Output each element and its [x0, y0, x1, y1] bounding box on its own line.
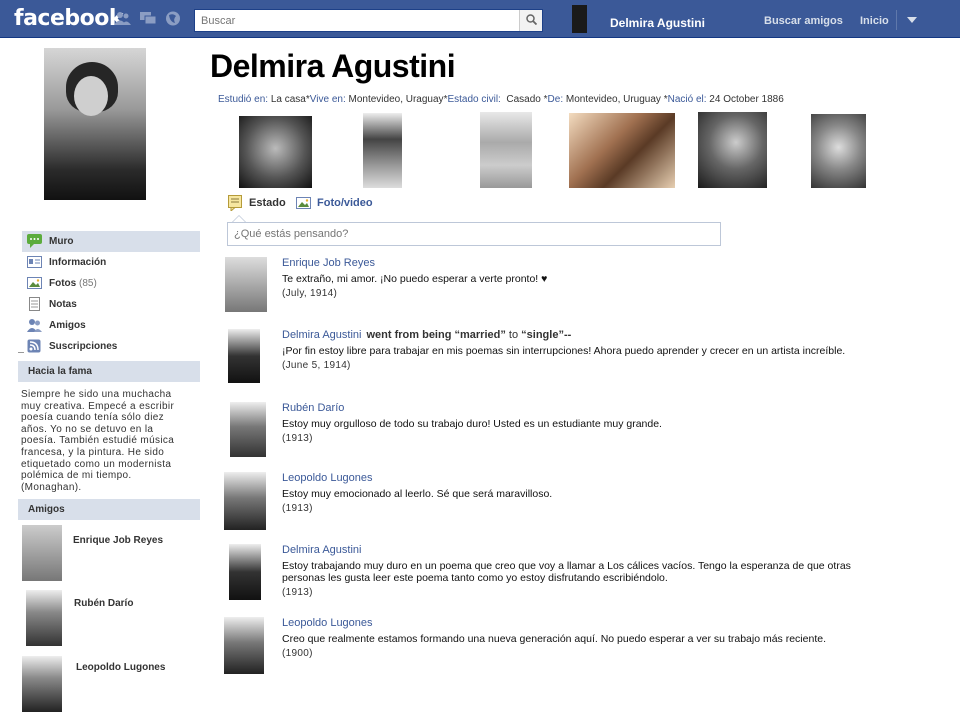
nav-item-notes[interactable]: Notas: [22, 294, 200, 315]
post-avatar[interactable]: [225, 257, 267, 312]
post-author[interactable]: Rubén Darío: [282, 402, 892, 414]
post-date[interactable]: (1913): [282, 433, 892, 444]
post-text: Estoy muy emocionado al leerlo. Sé que s…: [282, 488, 553, 500]
post-author[interactable]: Leopoldo Lugones: [282, 617, 892, 629]
profile-picture[interactable]: [44, 48, 146, 200]
nav-item-wall[interactable]: Muro: [22, 231, 200, 252]
post-text: Creo que realmente estamos formando una …: [282, 633, 826, 645]
photo-thumbnail[interactable]: [811, 114, 866, 188]
post-text: Te extraño, mi amor. ¡No puedo esperar a…: [282, 273, 548, 285]
friend-name-link[interactable]: Rubén Darío: [74, 598, 133, 609]
post-author[interactable]: Delmira Agustini: [282, 544, 892, 556]
about-text: Siempre he sido una muchacha muy creativ…: [21, 389, 175, 493]
photo-thumbnail[interactable]: [480, 112, 532, 188]
profile-info: Estudió en: La casa*Vive en: Montevideo,…: [218, 94, 784, 105]
account-menu-icon[interactable]: [907, 17, 917, 23]
status-input[interactable]: [228, 223, 720, 245]
photo-thumbnail[interactable]: [698, 112, 767, 188]
post-date[interactable]: (1913): [282, 587, 892, 598]
photos-icon: [27, 276, 42, 290]
divider: [18, 352, 24, 353]
messages-icon[interactable]: [140, 11, 157, 26]
notifications-icon[interactable]: [165, 11, 182, 26]
nav-item-photos[interactable]: Fotos (85): [22, 273, 200, 294]
search-icon: [525, 12, 537, 30]
post-text: ¡Por fin estoy libre para trabajar en mi…: [282, 345, 846, 357]
friends-heading: Amigos: [18, 499, 200, 520]
post-avatar[interactable]: [229, 544, 261, 600]
post-avatar[interactable]: [224, 472, 266, 530]
info-icon: [27, 255, 42, 269]
status-composer: [227, 222, 721, 246]
friends-icon: [27, 318, 42, 332]
find-friends-link[interactable]: Buscar amigos: [764, 15, 843, 27]
friend-avatar[interactable]: [22, 525, 62, 581]
user-avatar[interactable]: [572, 5, 587, 33]
friend-requests-icon[interactable]: [114, 11, 131, 26]
photo-thumbnail[interactable]: [239, 116, 312, 188]
top-bar: facebook Delmira Agustini Buscar amigos …: [0, 0, 960, 38]
wall-icon: [27, 234, 42, 248]
friend-avatar[interactable]: [22, 656, 62, 712]
friend-name-link[interactable]: Enrique Job Reyes: [73, 535, 163, 546]
nav-item-subscriptions[interactable]: Suscripciones: [22, 336, 200, 357]
subscriptions-icon: [27, 339, 42, 353]
photo-count: (85): [79, 278, 97, 289]
post-avatar[interactable]: [230, 402, 266, 457]
photo-thumbnail[interactable]: [569, 113, 675, 188]
search-box: [194, 9, 543, 32]
post-date[interactable]: (June 5, 1914): [282, 360, 892, 371]
post-avatar[interactable]: [224, 617, 264, 674]
status-icon: [228, 195, 243, 213]
profile-link[interactable]: Delmira Agustini: [610, 16, 705, 30]
post-author[interactable]: Delmira Agustini: [282, 329, 361, 341]
post-date[interactable]: (1913): [282, 503, 892, 514]
photo-video-icon: [296, 195, 311, 211]
post-author[interactable]: Leopoldo Lugones: [282, 472, 892, 484]
divider: [896, 10, 897, 30]
nav-item-friends[interactable]: Amigos: [22, 315, 200, 336]
fame-heading: Hacia la fama: [18, 361, 200, 382]
home-link[interactable]: Inicio: [860, 15, 889, 27]
nav-item-info[interactable]: Información: [22, 252, 200, 273]
post-avatar[interactable]: [228, 329, 260, 383]
notes-icon: [27, 297, 42, 311]
composer-pointer: [232, 215, 246, 222]
post-author[interactable]: Enrique Job Reyes: [282, 257, 892, 269]
post-date[interactable]: (1900): [282, 648, 892, 659]
friend-avatar[interactable]: [26, 590, 62, 646]
relationship-status: went from being “married” to “single”--: [366, 329, 572, 341]
post-date[interactable]: (July, 1914): [282, 288, 892, 299]
friend-name-link[interactable]: Leopoldo Lugones: [76, 662, 165, 673]
search-button[interactable]: [519, 10, 542, 31]
post-text: Estoy muy orgulloso de todo su trabajo d…: [282, 418, 662, 430]
page-title: Delmira Agustini: [210, 48, 456, 84]
photo-thumbnail[interactable]: [363, 113, 402, 188]
search-input[interactable]: [195, 10, 517, 31]
profile-nav: Muro Información Fotos (85) Notas Amigos…: [22, 231, 200, 357]
facebook-logo[interactable]: facebook: [14, 6, 124, 31]
post-text: Estoy trabajando muy duro en un poema qu…: [282, 560, 851, 584]
